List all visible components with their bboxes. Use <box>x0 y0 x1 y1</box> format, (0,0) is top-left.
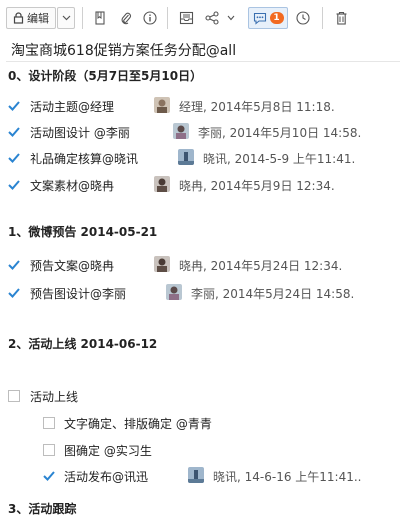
task-label: 活动发布@讯迅 <box>64 470 149 484</box>
task-label: 预告文案@晓冉 <box>30 259 115 273</box>
task-checkbox[interactable] <box>8 126 20 138</box>
task-label: 文字确定、排版确定 @青青 <box>64 417 212 431</box>
task-label: 活动图设计 @李丽 <box>30 126 130 140</box>
task-checkbox[interactable] <box>8 287 20 299</box>
document-title: 淘宝商城618促销方案任务分配@all <box>11 43 237 59</box>
avatar <box>166 284 182 300</box>
avatar <box>178 149 194 165</box>
inbox-icon <box>179 11 194 25</box>
task-meta: 晓冉, 2014年5月9日 12:34. <box>179 179 335 193</box>
task-checkbox[interactable] <box>8 390 20 402</box>
comment-icon <box>253 12 267 25</box>
task-row: 图确定 @实习生 <box>0 440 406 460</box>
lock-icon <box>13 12 24 24</box>
edit-dropdown-button[interactable] <box>57 7 75 29</box>
chevron-down-icon <box>62 15 71 21</box>
task-meta: 晓讯, 2014-5-9 上午11:41. <box>203 152 356 166</box>
info-icon <box>143 11 157 25</box>
task-meta: 晓冉, 2014年5月24日 12:34. <box>179 259 343 273</box>
task-checkbox[interactable] <box>8 179 20 191</box>
edit-lock-button[interactable]: 编辑 <box>6 7 56 29</box>
comment-count-badge: 1 <box>269 12 284 24</box>
clock-icon <box>296 11 310 25</box>
task-row: 预告图设计@李丽 李丽, 2014年5月24日 14:58. <box>0 283 406 303</box>
share-dropdown-button[interactable] <box>224 7 238 29</box>
comments-button[interactable]: 1 <box>248 7 288 29</box>
history-button[interactable] <box>292 7 314 29</box>
toolbar-separator <box>167 7 168 29</box>
avatar <box>154 256 170 272</box>
edit-label: 编辑 <box>27 12 49 25</box>
avatar <box>154 176 170 192</box>
task-row: 活动主题@经理 经理, 2014年5月8日 11:18. <box>0 96 406 116</box>
toolbar-separator <box>322 7 323 29</box>
inbox-button[interactable] <box>175 7 197 29</box>
task-checkbox[interactable] <box>43 470 55 482</box>
task-row: 文字确定、排版确定 @青青 <box>0 413 406 433</box>
task-row: 礼品确定核算@晓讯 晓讯, 2014-5-9 上午11:41. <box>0 148 406 168</box>
section-heading: 2、活动上线 2014-06-12 <box>8 337 158 351</box>
section-heading: 0、设计阶段（5月7日至5月10日） <box>8 69 203 83</box>
task-row: 预告文案@晓冉 晓冉, 2014年5月24日 12:34. <box>0 255 406 275</box>
chevron-down-icon <box>227 15 235 21</box>
trash-icon <box>335 11 348 25</box>
task-meta: 经理, 2014年5月8日 11:18. <box>179 100 335 114</box>
avatar <box>173 123 189 139</box>
share-icon <box>205 11 219 25</box>
task-label: 文案素材@晓冉 <box>30 179 115 193</box>
avatar <box>154 97 170 113</box>
attachment-button[interactable] <box>116 7 136 29</box>
task-label: 预告图设计@李丽 <box>30 287 127 301</box>
share-button[interactable] <box>201 7 223 29</box>
task-checkbox[interactable] <box>8 259 20 271</box>
task-label: 活动主题@经理 <box>30 100 115 114</box>
task-checkbox[interactable] <box>8 152 20 164</box>
toolbar: 编辑 1 <box>0 0 406 36</box>
task-checkbox[interactable] <box>43 444 55 456</box>
task-checkbox[interactable] <box>8 100 20 112</box>
task-checkbox[interactable] <box>43 417 55 429</box>
task-label: 礼品确定核算@晓讯 <box>30 152 139 166</box>
task-row: 活动发布@讯迅 晓讯, 14-6-16 上午11:41.. <box>0 466 406 486</box>
info-button[interactable] <box>140 7 160 29</box>
title-divider <box>6 61 400 62</box>
task-row: 文案素材@晓冉 晓冉, 2014年5月9日 12:34. <box>0 175 406 195</box>
bookmark-button[interactable] <box>90 7 110 29</box>
delete-button[interactable] <box>330 7 352 29</box>
task-label: 活动上线 <box>30 390 79 404</box>
task-meta: 李丽, 2014年5月10日 14:58. <box>198 126 362 140</box>
task-meta: 李丽, 2014年5月24日 14:58. <box>191 287 355 301</box>
toolbar-separator <box>82 7 83 29</box>
section-heading: 3、活动跟踪 <box>8 502 77 516</box>
task-label: 图确定 @实习生 <box>64 444 152 458</box>
avatar <box>188 467 204 483</box>
paperclip-icon <box>120 11 132 25</box>
task-row: 活动图设计 @李丽 李丽, 2014年5月10日 14:58. <box>0 122 406 142</box>
task-row: 活动上线 <box>0 386 406 406</box>
section-heading: 1、微博预告 2014-05-21 <box>8 225 158 239</box>
task-meta: 晓讯, 14-6-16 上午11:41.. <box>213 470 362 484</box>
bookmark-icon <box>94 11 106 25</box>
